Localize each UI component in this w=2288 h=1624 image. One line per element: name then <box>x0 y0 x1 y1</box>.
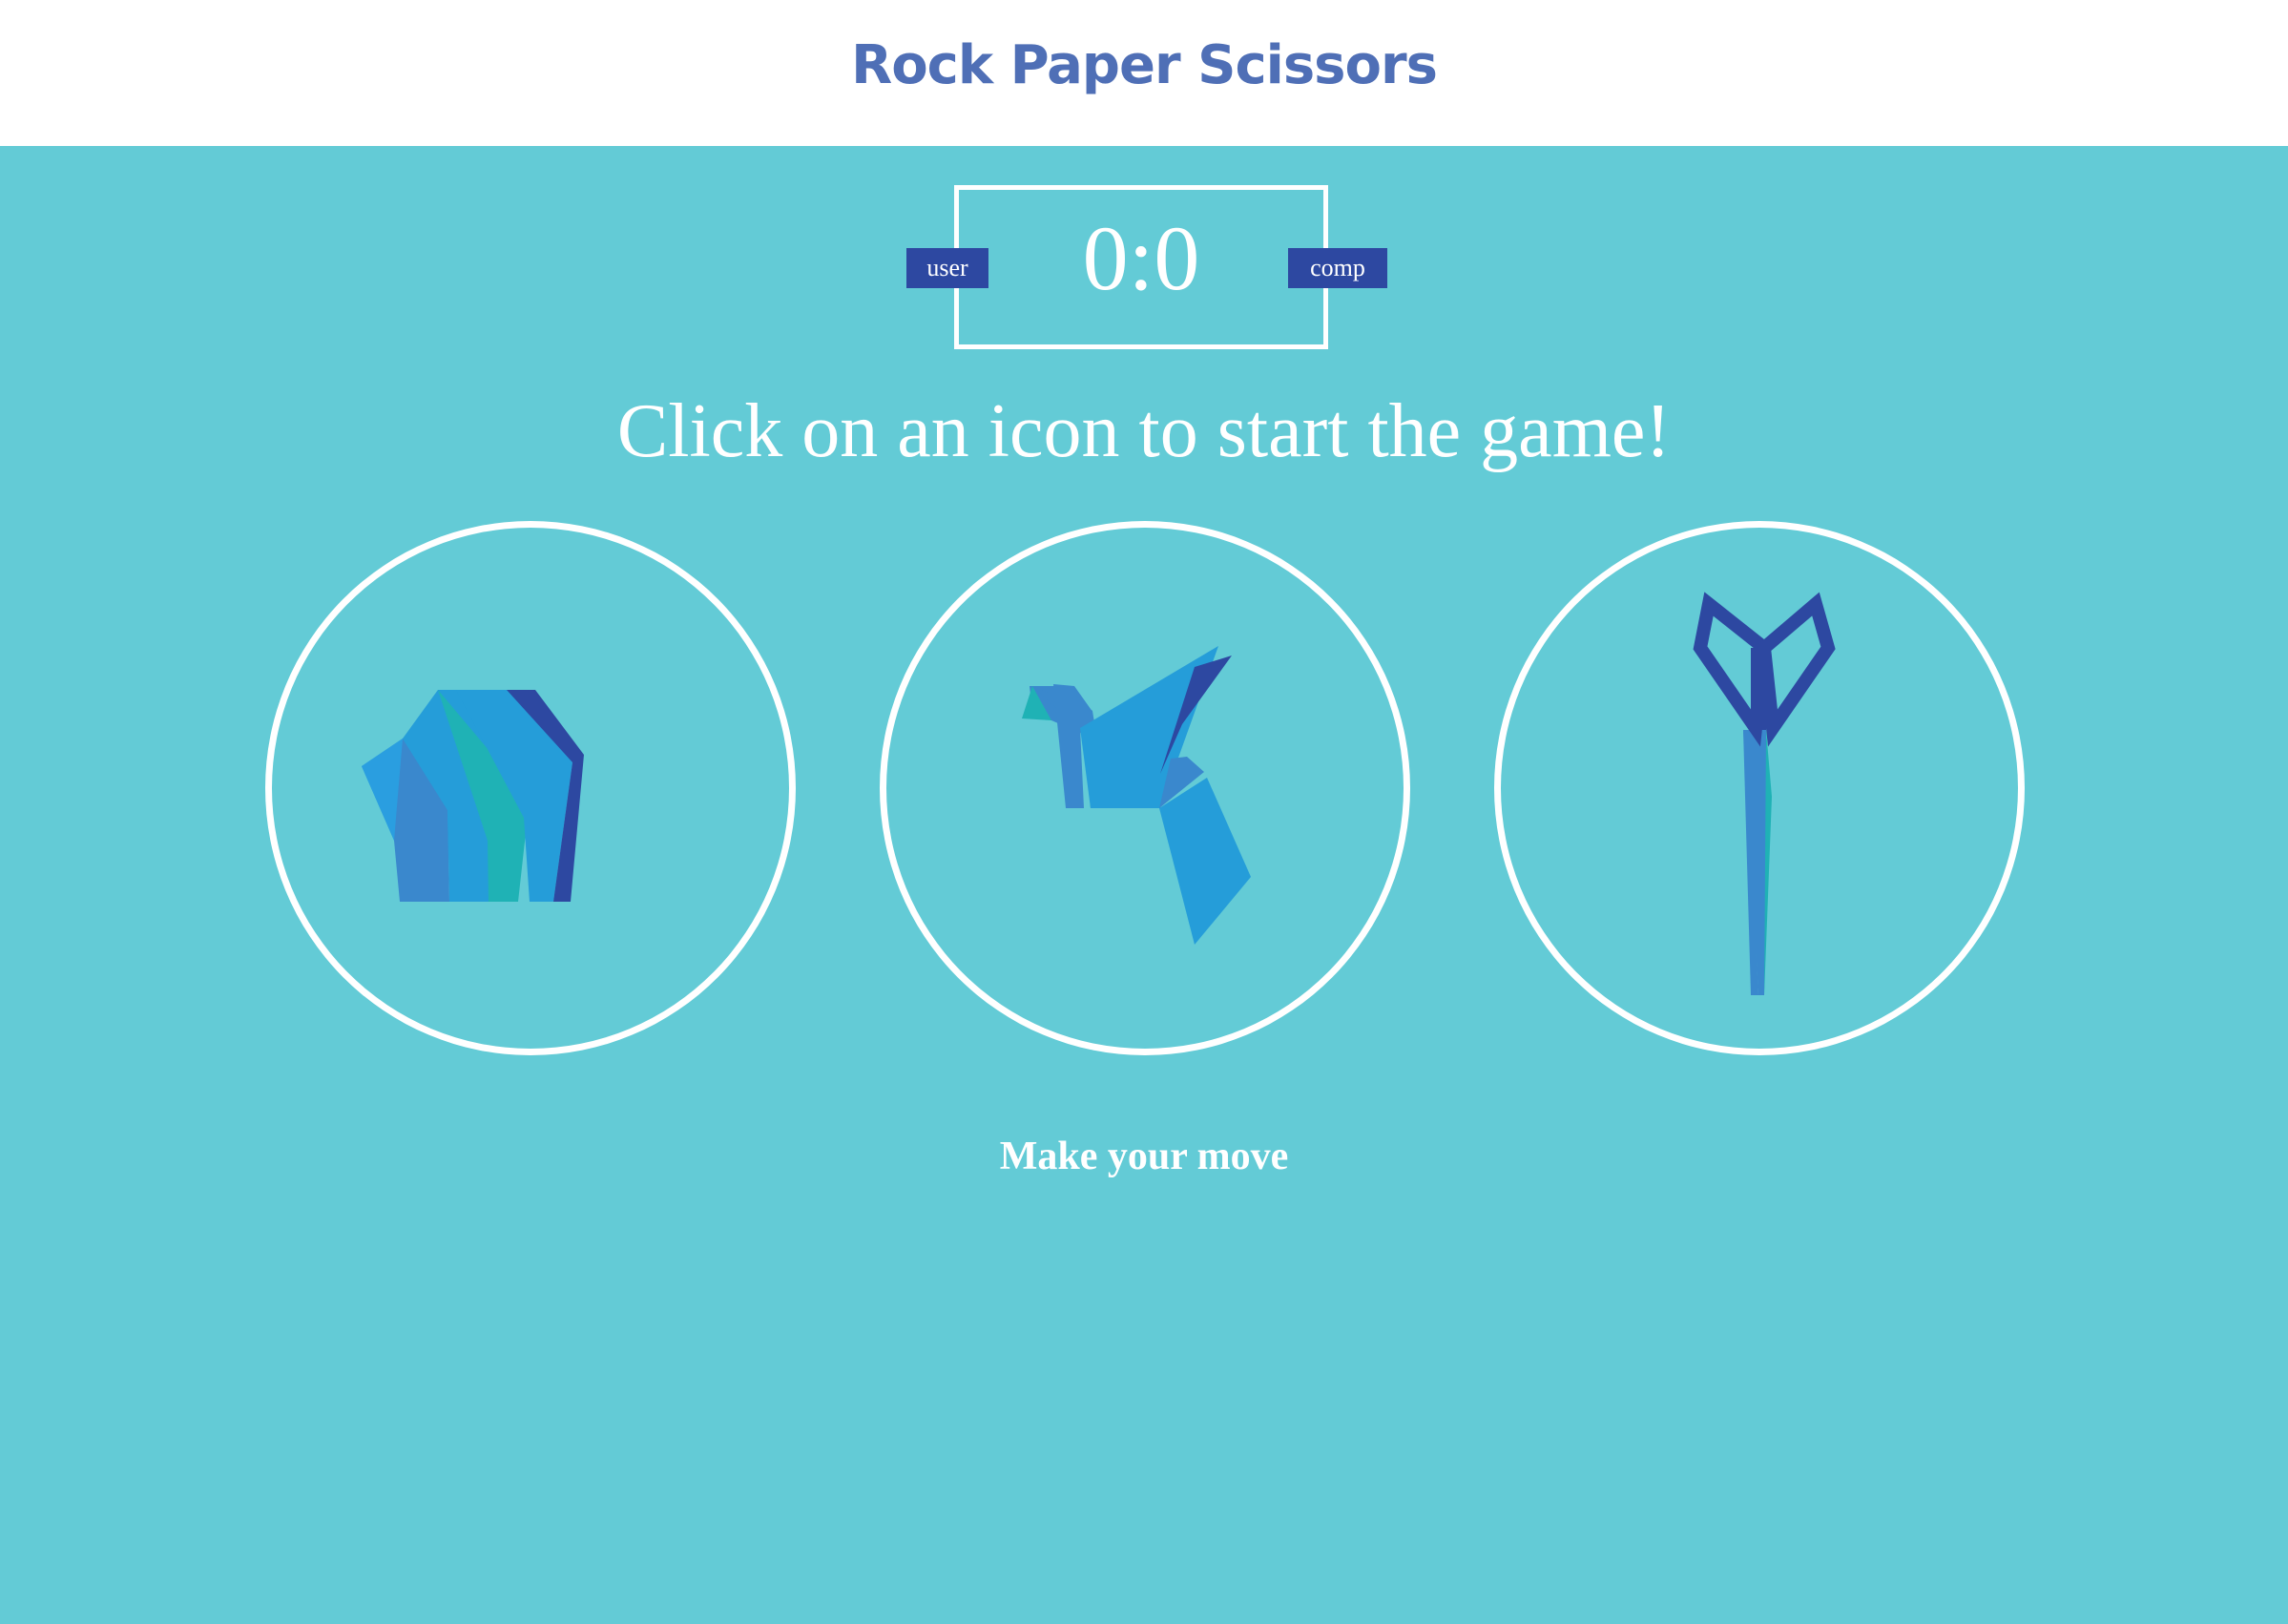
user-label-badge: user <box>906 248 988 288</box>
score-display: 0:0 <box>1082 207 1200 309</box>
origami-scissors-icon <box>1693 592 1836 995</box>
header-bar: Rock Paper Scissors <box>0 0 2288 146</box>
origami-rock-icon <box>362 690 584 902</box>
paper-choice-button[interactable] <box>880 521 1410 1055</box>
comp-label-badge: comp <box>1288 248 1387 288</box>
page-title: Rock Paper Scissors <box>851 34 1438 96</box>
rock-choice-button[interactable] <box>265 521 796 1055</box>
action-message: Make your move <box>999 1135 1289 1178</box>
scissors-choice-button[interactable] <box>1494 521 2025 1055</box>
origami-bird-icon <box>1022 646 1251 945</box>
score-board: 0:0 <box>954 185 1328 349</box>
instruction-text: Click on an icon to start the game! <box>616 389 1672 473</box>
